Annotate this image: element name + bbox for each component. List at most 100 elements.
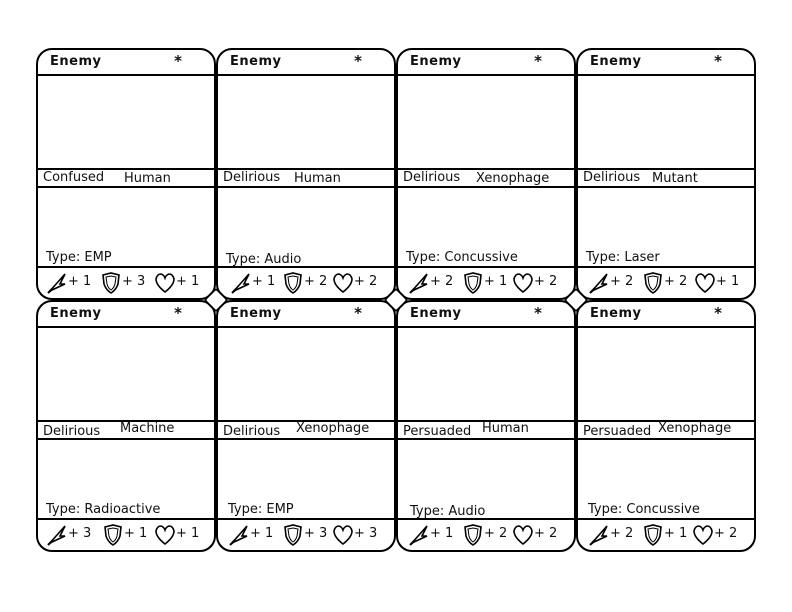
blade-icon <box>409 525 428 546</box>
trait-status: Persuaded <box>403 424 472 439</box>
card-title: Enemy <box>410 54 462 69</box>
enemy-card[interactable]: Enemy * Confused Human Type: EMP + 1 + 3… <box>36 48 216 300</box>
blade-icon <box>229 525 248 546</box>
card-sheet: Enemy * Confused Human Type: EMP + 1 + 3… <box>36 48 756 553</box>
card-title: Enemy <box>410 306 462 321</box>
card-traits: Delirious Machine <box>38 420 214 440</box>
card-art-area <box>398 328 574 420</box>
star-icon: * <box>534 52 542 70</box>
card-header: Enemy * <box>398 50 574 76</box>
star-icon: * <box>174 52 182 70</box>
card-type: Type: Audio <box>226 252 302 267</box>
attack-value: + 3 <box>68 526 92 541</box>
trait-status: Delirious <box>223 170 281 185</box>
health-value: + 1 <box>176 526 200 541</box>
health-value: + 2 <box>534 274 558 289</box>
card-stats: + 1 + 2 + 2 <box>398 518 574 550</box>
card-type: Type: EMP <box>228 502 294 517</box>
defense-value: + 3 <box>304 526 328 541</box>
heart-icon <box>155 273 175 294</box>
shield-icon <box>644 524 662 546</box>
enemy-card[interactable]: Enemy * Delirious Xenophage Type: EMP + … <box>216 300 396 552</box>
trait-species: Human <box>124 171 171 186</box>
card-traits: Delirious Human <box>218 168 394 188</box>
enemy-card[interactable]: Enemy * Delirious Machine Type: Radioact… <box>36 300 216 552</box>
card-art-area <box>38 328 214 420</box>
card-title: Enemy <box>230 306 282 321</box>
card-art-area <box>578 328 754 420</box>
trait-species: Xenophage <box>658 421 732 436</box>
attack-value: + 2 <box>610 274 634 289</box>
shield-icon <box>464 272 482 294</box>
card-type: Type: Radioactive <box>46 502 161 517</box>
blade-icon <box>409 273 428 294</box>
trait-status: Delirious <box>583 170 641 185</box>
trait-species: Mutant <box>652 171 698 186</box>
card-stats: + 1 + 3 + 3 <box>218 518 394 550</box>
defense-value: + 2 <box>484 526 508 541</box>
attack-value: + 2 <box>610 526 634 541</box>
shield-icon <box>104 524 122 546</box>
enemy-card[interactable]: Enemy * Delirious Mutant Type: Laser + 2… <box>576 48 756 300</box>
health-value: + 2 <box>534 526 558 541</box>
trait-status: Delirious <box>403 170 461 185</box>
health-value: + 3 <box>354 526 378 541</box>
enemy-card[interactable]: Enemy * Persuaded Human Type: Audio + 1 … <box>396 300 576 552</box>
trait-status: Persuaded <box>583 424 652 439</box>
attack-value: + 1 <box>430 526 454 541</box>
enemy-card[interactable]: Enemy * Delirious Human Type: Audio + 1 … <box>216 48 396 300</box>
card-stats: + 1 + 2 + 2 <box>218 266 394 298</box>
card-art-area <box>578 76 754 168</box>
card-header: Enemy * <box>38 50 214 76</box>
card-type: Type: Audio <box>410 504 486 519</box>
card-art-area <box>38 76 214 168</box>
heart-icon <box>333 273 353 294</box>
attack-value: + 1 <box>250 526 274 541</box>
trait-status: Delirious <box>223 424 281 439</box>
card-art-area <box>398 76 574 168</box>
defense-value: + 1 <box>664 526 688 541</box>
enemy-card[interactable]: Enemy * Delirious Xenophage Type: Concus… <box>396 48 576 300</box>
defense-value: + 2 <box>304 274 328 289</box>
card-header: Enemy * <box>218 302 394 328</box>
health-value: + 1 <box>176 274 200 289</box>
card-header: Enemy * <box>38 302 214 328</box>
card-stats: + 2 + 1 + 2 <box>578 518 754 550</box>
star-icon: * <box>354 52 362 70</box>
health-value: + 1 <box>716 274 740 289</box>
shield-icon <box>102 272 120 294</box>
card-title: Enemy <box>590 306 642 321</box>
blade-icon <box>47 273 66 294</box>
star-icon: * <box>714 304 722 322</box>
star-icon: * <box>174 304 182 322</box>
defense-value: + 1 <box>484 274 508 289</box>
trait-species: Machine <box>120 421 175 436</box>
heart-icon <box>695 273 715 294</box>
card-traits: Persuaded Xenophage <box>578 420 754 440</box>
trait-species: Human <box>482 421 529 436</box>
blade-icon <box>589 273 608 294</box>
card-type: Type: Laser <box>586 250 660 265</box>
card-title: Enemy <box>50 306 102 321</box>
heart-icon <box>513 273 533 294</box>
card-header: Enemy * <box>578 302 754 328</box>
card-traits: Confused Human <box>38 168 214 188</box>
card-title: Enemy <box>590 54 642 69</box>
trait-species: Xenophage <box>476 171 550 186</box>
defense-value: + 3 <box>122 274 146 289</box>
card-traits: Persuaded Human <box>398 420 574 440</box>
heart-icon <box>693 525 713 546</box>
enemy-card[interactable]: Enemy * Persuaded Xenophage Type: Concus… <box>576 300 756 552</box>
card-art-area <box>218 76 394 168</box>
card-header: Enemy * <box>398 302 574 328</box>
card-traits: Delirious Xenophage <box>218 420 394 440</box>
shield-icon <box>464 524 482 546</box>
star-icon: * <box>714 52 722 70</box>
trait-status: Delirious <box>43 424 101 439</box>
attack-value: + 2 <box>430 274 454 289</box>
shield-icon <box>644 272 662 294</box>
card-stats: + 1 + 3 + 1 <box>38 266 214 298</box>
card-header: Enemy * <box>218 50 394 76</box>
star-icon: * <box>354 304 362 322</box>
trait-species: Xenophage <box>296 421 370 436</box>
